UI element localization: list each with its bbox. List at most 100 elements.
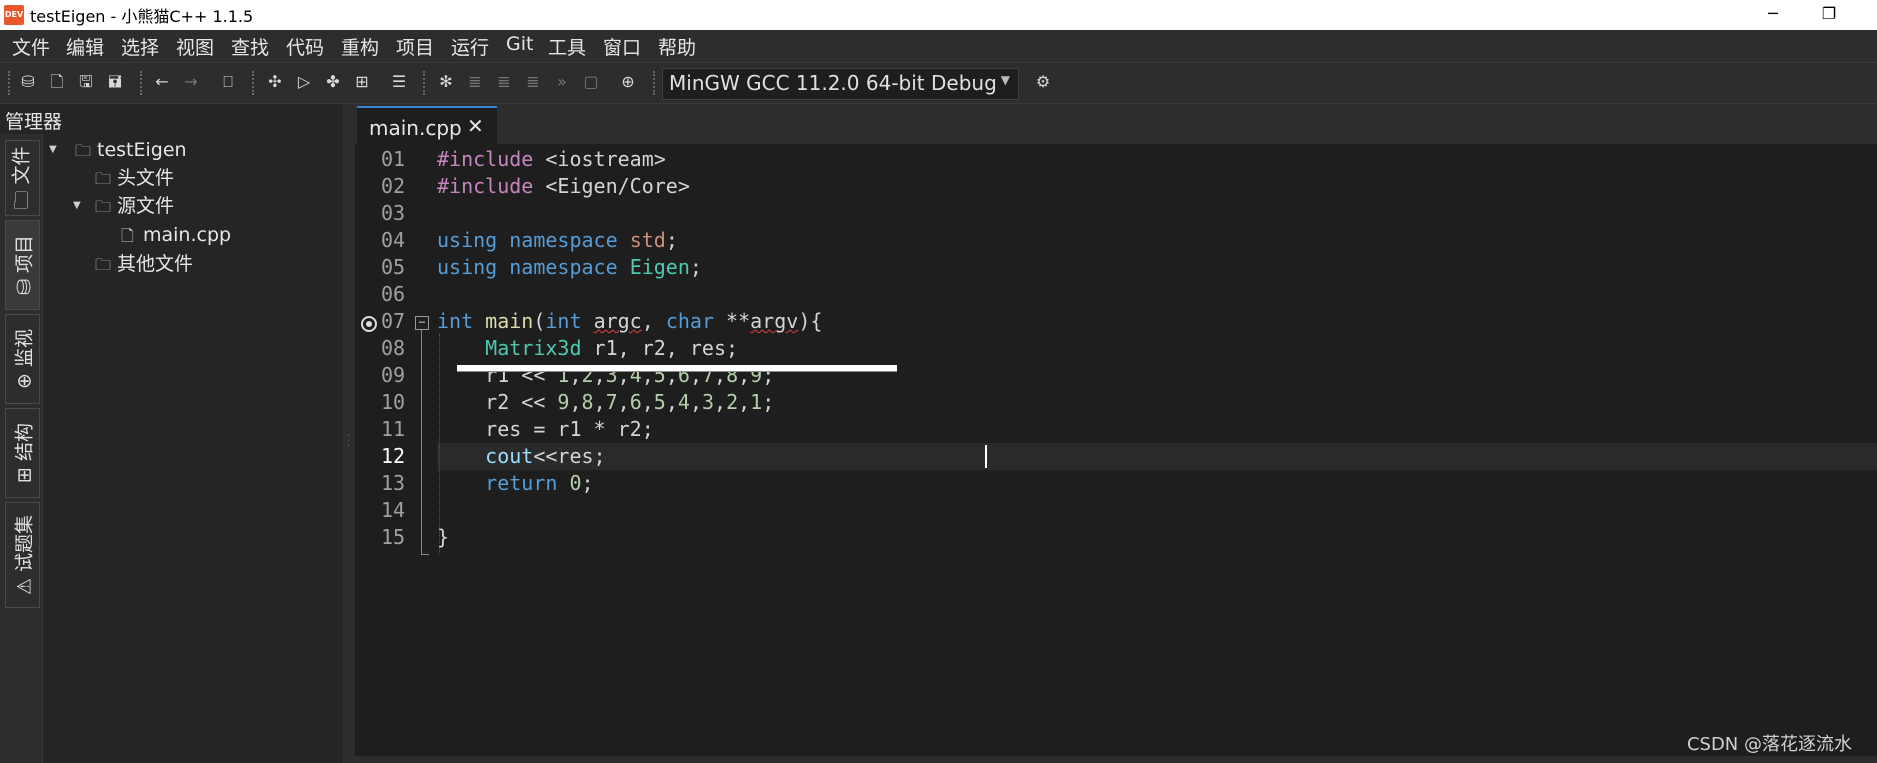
title-bar: DEV testEigen - 小熊猫C++ 1.1.5 ─ ❐	[0, 0, 1877, 30]
code-line-12: cout<<res;	[485, 444, 606, 468]
line-number: 06	[381, 282, 406, 306]
tree-others-label: 其他文件	[117, 253, 194, 275]
compiler-select[interactable]: MinGW GCC 11.2.0 64-bit Debug ▼	[662, 68, 1019, 100]
step-into-icon[interactable]: ≣	[493, 71, 515, 93]
compile-icon[interactable]: ✣	[264, 71, 286, 93]
toolbar-separator	[423, 71, 427, 95]
toolbar-separator	[140, 71, 144, 95]
minimize-button[interactable]: ─	[1745, 0, 1801, 30]
new-file-icon[interactable]: 🗋	[46, 71, 68, 93]
chevron-down-icon[interactable]: ▼	[49, 136, 57, 164]
fold-collapse-icon[interactable]: −	[415, 316, 429, 330]
new-project-icon[interactable]: ⛁	[17, 71, 39, 93]
fold-guide-end	[421, 554, 429, 555]
code-editor[interactable]: 01 02 03 04 05 06 07 08 09 10 11 12 13 1…	[355, 144, 1877, 756]
line-number: 03	[381, 201, 406, 225]
menu-view[interactable]: 视图	[176, 33, 214, 60]
watermark: CSDN @落花逐流水	[1686, 734, 1852, 755]
back-icon[interactable]: ←	[151, 71, 173, 93]
chevron-down-icon[interactable]: ▼	[73, 192, 81, 220]
folder-icon: 🗀	[95, 197, 112, 216]
menu-refactor[interactable]: 重构	[341, 33, 379, 60]
tree-item-main-cpp[interactable]: 🗋 main.cpp	[121, 221, 231, 249]
step-over-icon[interactable]: ≣	[464, 71, 486, 93]
code-line-5: using namespace Eigen;	[437, 255, 702, 279]
close-icon[interactable]: ✕	[467, 114, 484, 138]
step-out-icon[interactable]: ≣	[522, 71, 544, 93]
options-icon[interactable]: ☰	[388, 71, 410, 93]
tree-headers-label: 头文件	[117, 167, 175, 189]
menu-run[interactable]: 运行	[451, 33, 489, 60]
folder-icon: 🗀	[95, 169, 112, 188]
restore-button[interactable]: ❐	[1801, 0, 1857, 30]
menu-code[interactable]: 代码	[286, 33, 324, 60]
tree-item-others[interactable]: 🗀 其他文件	[95, 250, 193, 278]
compiler-label: MinGW GCC 11.2.0 64-bit Debug	[669, 71, 997, 95]
tree-root-label: testEigen	[97, 139, 187, 161]
breakpoint-icon[interactable]	[361, 316, 377, 332]
line-number: 04	[381, 228, 406, 252]
splitter-grip-icon: · · ·	[347, 431, 351, 452]
code-line-8: Matrix3d r1, r2, res;	[485, 336, 739, 360]
menu-file[interactable]: 文件	[12, 33, 50, 60]
file-icon: 🗀	[10, 184, 32, 210]
line-number: 12	[381, 444, 406, 468]
tab-problem-set[interactable]: ⚠ 试题集	[5, 502, 40, 608]
tab-structure[interactable]: ⊞ 结构	[5, 408, 40, 498]
tree-item-headers[interactable]: 🗀 头文件	[95, 164, 174, 192]
tab-watch[interactable]: ⊕ 监视	[5, 314, 40, 404]
compile-run-icon[interactable]: ✤	[322, 71, 344, 93]
current-line-highlight	[437, 443, 1877, 470]
rebuild-icon[interactable]: ⊞	[351, 71, 373, 93]
window-title: testEigen - 小熊猫C++ 1.1.5	[30, 7, 254, 26]
add-watch-icon[interactable]: ⊕	[617, 71, 639, 93]
text-caret	[985, 445, 987, 468]
horizontal-scrollbar[interactable]	[355, 756, 1877, 763]
find-replace-icon[interactable]: ⎕	[217, 71, 239, 93]
toolbar-separator	[252, 71, 256, 95]
fold-guide	[421, 330, 422, 554]
folder-icon: 🗀	[95, 255, 112, 274]
forward-icon[interactable]: →	[180, 71, 202, 93]
code-line-7: int main(int argc, char **argv){	[437, 309, 823, 333]
app-icon: DEV	[4, 5, 24, 25]
tree-main-label: main.cpp	[143, 224, 232, 246]
project-icon: ⛁	[13, 273, 35, 295]
tab-main-cpp[interactable]: main.cpp ✕	[357, 106, 497, 146]
tab-files[interactable]: 🗀 文件	[5, 140, 40, 216]
compiler-options-icon[interactable]: ⚙	[1032, 71, 1054, 93]
menu-edit[interactable]: 编辑	[66, 33, 104, 60]
tab-files-label: 文件	[10, 146, 32, 185]
tab-main-cpp-label: main.cpp	[369, 116, 462, 140]
line-number: 08	[381, 336, 406, 360]
run-icon[interactable]: ▷	[293, 71, 315, 93]
save-icon[interactable]: 🖫	[75, 71, 97, 93]
structure-icon: ⊞	[13, 461, 35, 483]
toolbar: ⛁ 🗋 🖫 🖬 ← → ⎕ ✣ ▷ ✤ ⊞ ☰ ✻ ≣ ≣ ≣ » ▢ ⊕ Mi…	[0, 62, 1877, 104]
line-number: 05	[381, 255, 406, 279]
tab-project[interactable]: ⛁ 项目	[5, 220, 40, 310]
menu-find[interactable]: 查找	[231, 33, 269, 60]
problem-set-icon: ⚠	[13, 571, 35, 596]
code-line-15: }	[437, 525, 450, 549]
menu-git[interactable]: Git	[506, 33, 533, 55]
line-number: 02	[381, 174, 406, 198]
debug-icon[interactable]: ✻	[435, 71, 457, 93]
tab-structure-label: 结构	[13, 423, 35, 462]
panel-splitter[interactable]: · · ·	[343, 104, 355, 763]
menu-help[interactable]: 帮助	[658, 33, 696, 60]
menu-select[interactable]: 选择	[121, 33, 159, 60]
toolbar-grip[interactable]	[8, 71, 12, 95]
save-all-icon[interactable]: 🖬	[104, 71, 126, 93]
line-number: 15	[381, 525, 406, 549]
tree-sources-label: 源文件	[117, 195, 175, 217]
menu-tools[interactable]: 工具	[548, 33, 586, 60]
line-number: 13	[381, 471, 406, 495]
stop-icon[interactable]: ▢	[580, 71, 602, 93]
tab-project-label: 项目	[13, 235, 35, 274]
line-number: 01	[381, 147, 406, 171]
folder-icon: 🗀	[75, 141, 92, 160]
menu-window[interactable]: 窗口	[603, 33, 641, 60]
menu-project[interactable]: 项目	[396, 33, 434, 60]
continue-icon[interactable]: »	[551, 71, 573, 93]
